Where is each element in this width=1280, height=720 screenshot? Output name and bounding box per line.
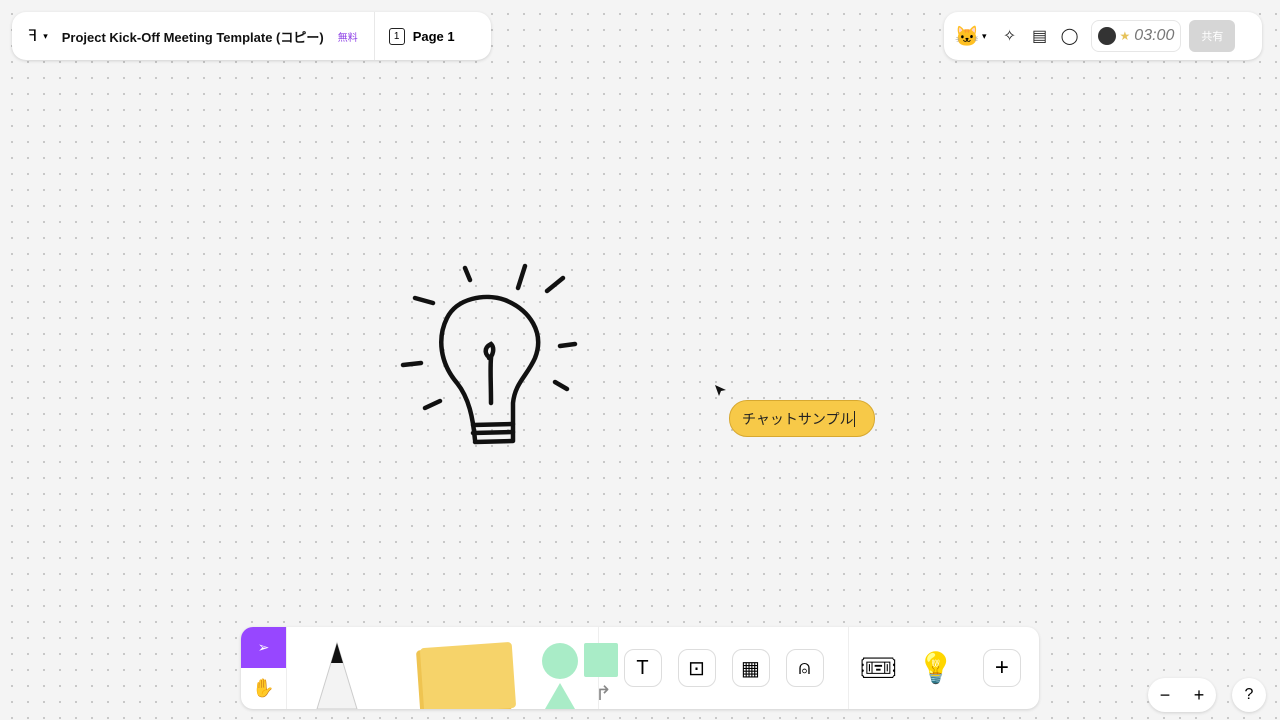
mode-switch: ➢ ✋: [241, 627, 286, 709]
section-tool-button[interactable]: ⊡: [677, 649, 716, 687]
page-label: Page 1: [412, 28, 455, 44]
lightbulb-sticker-icon[interactable]: 💡: [917, 651, 954, 686]
timer[interactable]: ★ 03:00: [1090, 20, 1182, 52]
shape-square-tool[interactable]: [584, 643, 618, 677]
help-icon: ?: [1244, 686, 1254, 703]
share-button[interactable]: 共有: [1189, 20, 1236, 52]
file-header: ꟻ ▾ Project Kick-Off Meeting Template (コ…: [12, 12, 491, 60]
cursor-arrow-icon: [715, 385, 726, 396]
star-icon: ★: [1119, 29, 1131, 43]
chevron-down-icon[interactable]: ▾: [43, 31, 48, 42]
extras: 🎟 💡 +: [848, 627, 1039, 709]
bottom-toolbar: ➢ ✋ ↱ T ⊡ ▦ ⍝ 🎟 💡 +: [241, 627, 1039, 709]
ai-sparkle-icon[interactable]: ✧: [995, 21, 1025, 51]
select-tool-button[interactable]: ➢: [241, 627, 286, 668]
stamp-icon: ⍝: [798, 656, 811, 679]
comment-icon[interactable]: ◯: [1055, 21, 1085, 51]
stamp-tool-button[interactable]: ⍝: [785, 649, 824, 687]
sticky-note-tool[interactable]: [419, 641, 517, 709]
plan-badge: 無料: [337, 32, 358, 44]
avatar[interactable]: 🐱: [952, 21, 982, 51]
hand-tool-button[interactable]: ✋: [241, 668, 286, 709]
page-selector[interactable]: 1 Page 1: [375, 12, 469, 60]
chevron-down-icon[interactable]: ▾: [982, 31, 987, 42]
table-tool-button[interactable]: ▦: [731, 649, 770, 687]
table-icon: ▦: [741, 657, 760, 680]
widget-sticker-icon[interactable]: 🎟: [859, 651, 897, 686]
creation-tools: ↱: [286, 627, 618, 709]
text-caret: [854, 410, 856, 427]
music-disc-icon: [1097, 27, 1116, 45]
zoom-in-button[interactable]: +: [1194, 685, 1205, 706]
shape-triangle-tool[interactable]: [545, 683, 575, 709]
pen-tool[interactable]: [309, 641, 365, 709]
insert-tools: T ⊡ ▦ ⍝: [598, 627, 848, 709]
section-icon: ⊡: [688, 657, 705, 680]
top-right-bar: 🐱 ▾ ✧ ▤ ◯ ★ 03:00 共有: [944, 12, 1262, 60]
help-button[interactable]: ?: [1232, 678, 1266, 712]
figma-logo-icon[interactable]: ꟻ: [28, 26, 37, 46]
zoom-out-button[interactable]: −: [1160, 685, 1171, 706]
shape-circle-tool[interactable]: [542, 643, 578, 679]
file-title[interactable]: Project Kick-Off Meeting Template (コピー): [62, 27, 324, 46]
text-icon: T: [636, 656, 649, 679]
chat-text[interactable]: チャットサンプル: [742, 409, 853, 429]
text-tool-button[interactable]: T: [623, 649, 662, 687]
timer-value: 03:00: [1134, 27, 1175, 44]
file-menu[interactable]: ꟻ ▾ Project Kick-Off Meeting Template (コ…: [12, 12, 374, 60]
layout-icon[interactable]: ▤: [1025, 21, 1055, 51]
lightbulb-drawing[interactable]: [395, 258, 585, 450]
connector-arrow-icon[interactable]: ↱: [595, 681, 612, 706]
chat-bubble[interactable]: チャットサンプル: [729, 400, 875, 437]
zoom-controls: − +: [1148, 678, 1216, 712]
page-icon: 1: [388, 27, 405, 45]
more-tools-button[interactable]: +: [982, 649, 1021, 687]
